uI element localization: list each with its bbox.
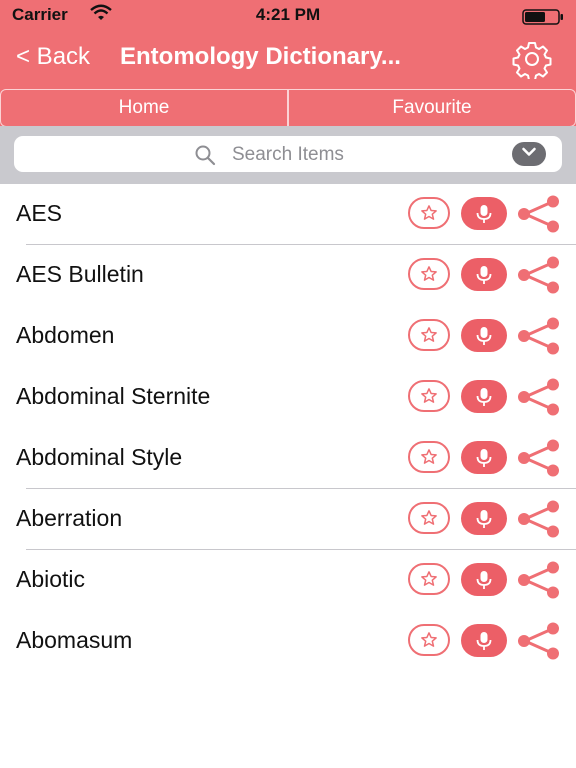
speak-button[interactable] <box>461 441 507 474</box>
search-icon <box>194 144 216 171</box>
back-button[interactable]: < Back <box>16 43 90 71</box>
share-button[interactable] <box>516 256 562 294</box>
search-input[interactable] <box>230 140 494 170</box>
list-item[interactable]: Abdominal Style <box>0 428 576 489</box>
microphone-icon <box>476 326 492 345</box>
speak-button[interactable] <box>461 197 507 230</box>
microphone-icon <box>476 631 492 650</box>
share-button[interactable] <box>516 317 562 355</box>
list-item-label: Abiotic <box>16 566 86 592</box>
segmented-control: Home Favourite <box>0 88 576 127</box>
list-item[interactable]: Abomasum <box>0 611 576 672</box>
list-item[interactable]: Abdomen <box>0 306 576 367</box>
share-button[interactable] <box>516 561 562 599</box>
share-button[interactable] <box>516 622 562 660</box>
chevron-down-icon <box>521 145 537 163</box>
share-icon <box>518 378 559 416</box>
microphone-icon <box>476 448 492 467</box>
star-icon <box>421 266 437 281</box>
list-item-label: Abdomen <box>16 322 115 348</box>
share-button[interactable] <box>516 439 562 477</box>
microphone-icon <box>476 509 492 528</box>
speak-button[interactable] <box>461 258 507 291</box>
favourite-button[interactable] <box>408 197 450 229</box>
tab-home[interactable]: Home <box>0 89 288 127</box>
list-item[interactable]: Abiotic <box>0 550 576 611</box>
favourite-button[interactable] <box>408 319 450 351</box>
favourite-button[interactable] <box>408 624 450 656</box>
microphone-icon <box>476 265 492 284</box>
speak-button[interactable] <box>461 380 507 413</box>
speak-button[interactable] <box>461 502 507 535</box>
star-icon <box>421 205 437 220</box>
star-icon <box>421 510 437 525</box>
dropdown-button[interactable] <box>512 142 546 166</box>
microphone-icon <box>476 204 492 223</box>
share-button[interactable] <box>516 378 562 416</box>
favourite-button[interactable] <box>408 380 450 412</box>
page-title: Entomology Dictionary... <box>120 43 401 70</box>
search-bar <box>0 126 576 184</box>
share-icon <box>518 622 559 660</box>
header: Carrier 4:21 PM < Back Entomology Dictio… <box>0 0 576 88</box>
list-item[interactable]: Aberration <box>0 489 576 550</box>
clock: 4:21 PM <box>255 5 321 24</box>
list-item-label: AES <box>16 200 63 226</box>
share-button[interactable] <box>516 500 562 538</box>
tab-favourite[interactable]: Favourite <box>288 89 576 127</box>
share-icon <box>518 256 559 294</box>
search-box[interactable] <box>14 136 562 172</box>
navigation-bar: < Back Entomology Dictionary... <box>0 30 576 88</box>
microphone-icon <box>476 570 492 589</box>
star-icon <box>421 388 437 403</box>
microphone-icon <box>476 387 492 406</box>
list-item-label: Abdominal Sternite <box>16 383 211 409</box>
status-bar: Carrier 4:21 PM <box>0 0 576 30</box>
list-item-label: Abomasum <box>16 627 133 653</box>
star-icon <box>421 327 437 342</box>
speak-button[interactable] <box>461 624 507 657</box>
speak-button[interactable] <box>461 563 507 596</box>
favourite-button[interactable] <box>408 258 450 290</box>
list-item-label: AES Bulletin <box>16 261 144 287</box>
star-icon <box>421 449 437 464</box>
list-item[interactable]: Abdominal Sternite <box>0 367 576 428</box>
favourite-button[interactable] <box>408 441 450 473</box>
share-icon <box>518 439 559 477</box>
list-item-label: Abdominal Style <box>16 444 183 470</box>
list-item[interactable]: AES Bulletin <box>0 245 576 306</box>
favourite-button[interactable] <box>408 502 450 534</box>
battery-icon <box>522 8 564 31</box>
speak-button[interactable] <box>461 319 507 352</box>
list-item-label: Aberration <box>16 505 123 531</box>
share-icon <box>518 500 559 538</box>
list-item[interactable]: AES <box>0 184 576 245</box>
favourite-button[interactable] <box>408 563 450 595</box>
gear-icon[interactable] <box>512 39 552 84</box>
dictionary-list: AES AES Bulletin Abdomen Abdominal Stern… <box>0 184 576 672</box>
star-icon <box>421 571 437 586</box>
share-icon <box>518 195 559 233</box>
share-icon <box>518 317 559 355</box>
share-icon <box>518 561 559 599</box>
star-icon <box>421 632 437 647</box>
share-button[interactable] <box>516 195 562 233</box>
